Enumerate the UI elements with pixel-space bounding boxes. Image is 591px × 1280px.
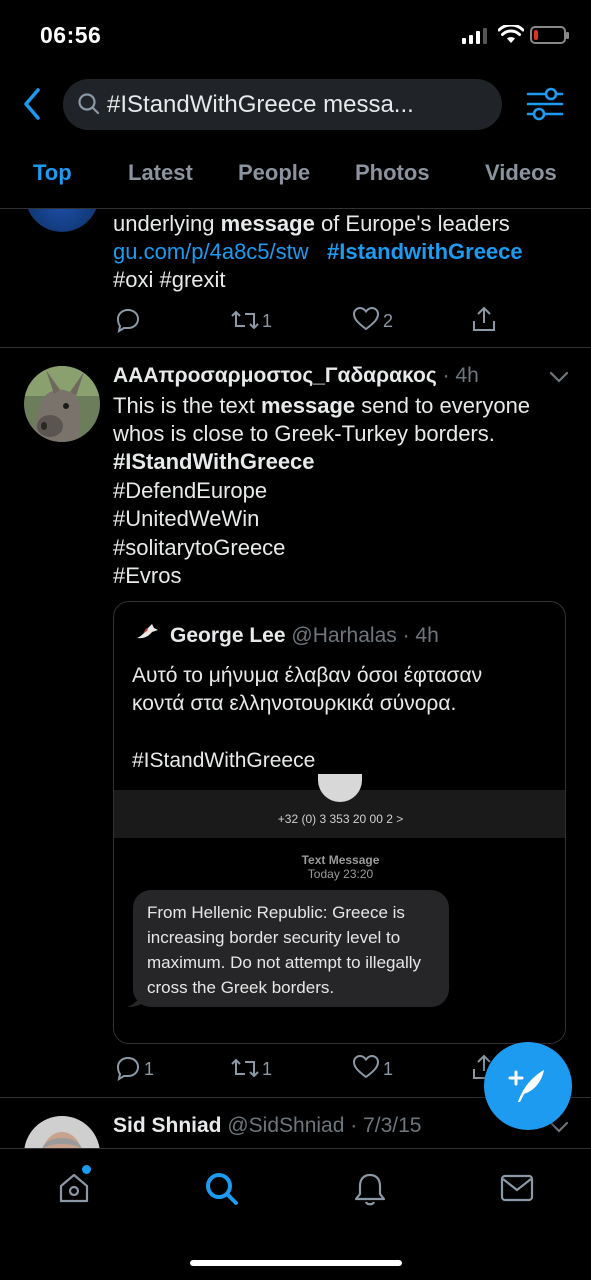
- avatar[interactable]: [25, 209, 99, 232]
- like-icon[interactable]: [352, 306, 380, 332]
- filter-settings-icon[interactable]: [524, 84, 566, 124]
- compose-feather-icon: [508, 1070, 544, 1102]
- retweet-count: 1: [262, 311, 273, 331]
- reply-icon[interactable]: [115, 1055, 141, 1081]
- signal-icon: [462, 28, 487, 44]
- retweet-icon[interactable]: [230, 1055, 260, 1081]
- quote-handle: @Harhalas: [291, 624, 397, 647]
- reply-icon[interactable]: [115, 307, 141, 333]
- tweet-divider: [0, 347, 591, 348]
- search-input[interactable]: #IStandWithGreece messa...: [63, 79, 502, 130]
- hashtag[interactable]: #DefendEurope: [113, 477, 267, 506]
- tab-people[interactable]: People: [238, 160, 310, 186]
- retweet-count: 1: [262, 1059, 273, 1079]
- tweet-time: · 7/3/15: [350, 1114, 422, 1137]
- notifications-bell-icon[interactable]: [353, 1171, 387, 1207]
- hashtag[interactable]: #IstandwithGreece: [327, 239, 523, 264]
- tab-top[interactable]: Top: [33, 160, 72, 186]
- sms-label: Text Message: [301, 853, 380, 867]
- tweet-header: ΑΑΑπροσαρμοστος_Γαδαρακος · 4h: [113, 364, 479, 388]
- battery-icon: [530, 26, 569, 44]
- contact-avatar: [318, 774, 362, 802]
- compose-tweet-button[interactable]: [484, 1042, 572, 1130]
- tab-photos[interactable]: Photos: [355, 160, 430, 186]
- quote-time: · 4h: [402, 624, 439, 647]
- tweet-text: This is the text message send to everyon…: [113, 393, 531, 418]
- quote-avatar: [137, 624, 158, 639]
- like-icon[interactable]: [352, 1054, 380, 1080]
- notification-dot: [82, 1165, 91, 1174]
- wifi-icon: [498, 25, 524, 43]
- like-count: 1: [383, 1059, 394, 1079]
- hashtag[interactable]: #Evros: [113, 562, 181, 591]
- link[interactable]: gu.com/p/4a8c5/stw: [113, 239, 309, 264]
- quote-text-line2: κοντά στα ελληνοτουρκικά σύνορα.: [132, 692, 457, 715]
- search-icon: [78, 93, 100, 115]
- quote-text-line1: Αυτό το μήνυμα έλαβαν όσοι έφτασαν: [132, 664, 483, 687]
- like-count: 2: [383, 311, 394, 331]
- quote-header: George Lee @Harhalas · 4h: [170, 624, 439, 648]
- retweet-icon[interactable]: [230, 307, 260, 333]
- chevron-down-icon[interactable]: [548, 370, 570, 384]
- sms-date: Today 23:20: [307, 867, 374, 881]
- handle: @SidShniad: [227, 1114, 345, 1137]
- tweet-time: · 4h: [442, 364, 479, 387]
- attached-image[interactable]: +32 (0) 3 353 20 00 2 > Text Message Tod…: [114, 774, 565, 1043]
- hashtag[interactable]: #solitarytoGreece: [113, 534, 285, 563]
- bubble-tail: [127, 990, 147, 1007]
- display-name[interactable]: Sid Shniad: [113, 1114, 222, 1137]
- status-time: 06:56: [40, 22, 102, 48]
- sms-number: +32 (0) 3 353 20 00 2 >: [277, 812, 404, 826]
- messages-mail-icon[interactable]: [500, 1173, 534, 1203]
- tweet-links: gu.com/p/4a8c5/stw #IstandwithGreece: [113, 238, 583, 267]
- hashtag[interactable]: #IStandWithGreece: [113, 448, 315, 477]
- display-name[interactable]: ΑΑΑπροσαρμοστος_Γαδαρακος: [113, 364, 437, 387]
- sms-bubble: From Hellenic Republic: Greece is increa…: [133, 890, 449, 1007]
- tweet-header: Sid Shniad @SidShniad · 7/3/15: [113, 1114, 421, 1138]
- quote-display-name: George Lee: [170, 624, 286, 647]
- quote-tweet-card[interactable]: George Lee @Harhalas · 4h Αυτό το μήνυμα…: [113, 601, 566, 1044]
- hashtag[interactable]: #UnitedWeWin: [113, 505, 259, 534]
- tab-videos[interactable]: Videos: [485, 160, 557, 186]
- home-icon[interactable]: [57, 1171, 91, 1205]
- back-button[interactable]: [18, 86, 48, 122]
- tweet-text-line2: whos is close to Greek-Turkey borders.: [113, 421, 495, 446]
- avatar[interactable]: [24, 366, 100, 442]
- reply-count: 1: [144, 1059, 155, 1079]
- share-icon[interactable]: [471, 305, 497, 333]
- sms-header: +32 (0) 3 353 20 00 2 >: [114, 774, 565, 838]
- explore-search-icon[interactable]: [204, 1171, 240, 1207]
- tab-latest[interactable]: Latest: [128, 160, 193, 186]
- tweet-text: underlying message of Europe's leaders: [113, 211, 510, 236]
- tabs-divider: [0, 208, 591, 209]
- home-indicator: [190, 1260, 402, 1266]
- hashtags[interactable]: #oxi #grexit: [113, 266, 226, 295]
- search-query: #IStandWithGreece messa...: [107, 91, 414, 118]
- quote-hashtag: #IStandWithGreece: [132, 749, 316, 772]
